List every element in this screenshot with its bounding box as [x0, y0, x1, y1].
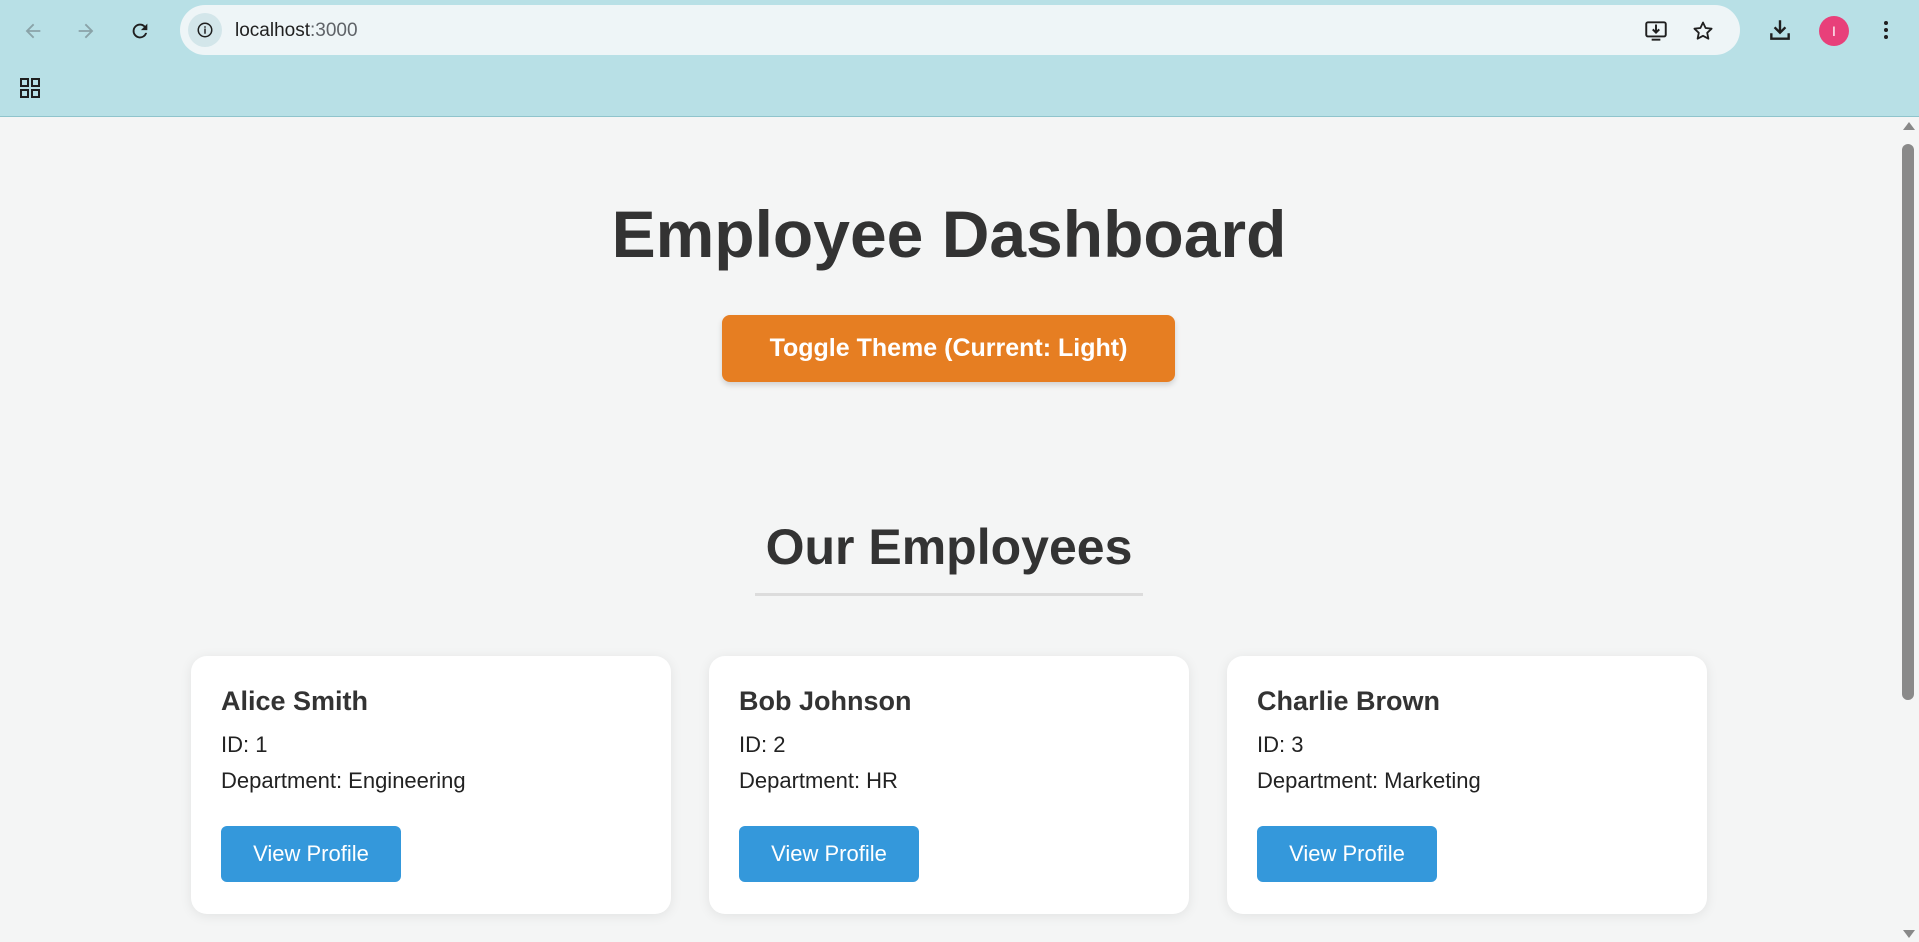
profile-avatar[interactable]: I: [1819, 16, 1849, 46]
forward-button[interactable]: [67, 12, 105, 50]
url-text[interactable]: localhost:3000: [235, 20, 358, 42]
employee-card: Charlie Brown ID: 3 Department: Marketin…: [1227, 656, 1707, 914]
star-icon: [1693, 21, 1713, 40]
apps-shortcut[interactable]: [14, 72, 46, 104]
scroll-down-arrow-icon[interactable]: [1903, 930, 1915, 938]
address-bar[interactable]: localhost:3000: [180, 5, 1740, 55]
view-profile-button[interactable]: View Profile: [739, 826, 919, 882]
browser-menu-button[interactable]: [1868, 12, 1904, 48]
url-port: :3000: [310, 20, 358, 41]
info-icon: [197, 22, 213, 38]
toggle-theme-button[interactable]: Toggle Theme (Current: Light): [722, 315, 1175, 382]
url-host: localhost: [235, 20, 310, 41]
scrollbar-thumb[interactable]: [1902, 144, 1914, 700]
download-icon: [1770, 20, 1790, 40]
employee-department: Department: Engineering: [221, 768, 466, 793]
view-profile-button[interactable]: View Profile: [221, 826, 401, 882]
apps-grid-icon: [20, 78, 40, 98]
vertical-scrollbar[interactable]: [1898, 118, 1919, 942]
reload-button[interactable]: [121, 12, 159, 50]
employee-name: Charlie Brown: [1257, 686, 1441, 716]
page-viewport: Employee Dashboard Toggle Theme (Current…: [0, 118, 1898, 942]
site-info-button[interactable]: [188, 13, 222, 47]
employee-id: ID: 3: [1257, 732, 1304, 757]
employee-card: Bob Johnson ID: 2 Department: HR View Pr…: [709, 656, 1189, 914]
employee-id: ID: 1: [221, 732, 268, 757]
downloads-button[interactable]: [1762, 12, 1798, 48]
page-title: Employee Dashboard: [611, 197, 1287, 271]
employee-name: Alice Smith: [221, 686, 369, 716]
employee-name: Bob Johnson: [739, 686, 912, 716]
install-app-button[interactable]: [1642, 17, 1670, 45]
employee-department: Department: HR: [739, 768, 898, 793]
employee-id: ID: 2: [739, 732, 786, 757]
employee-card: Alice Smith ID: 1 Department: Engineerin…: [191, 656, 671, 914]
reload-icon: [132, 23, 148, 39]
view-profile-button[interactable]: View Profile: [1257, 826, 1437, 882]
section-title: Our Employees: [765, 519, 1133, 575]
forward-arrow-icon: [78, 23, 94, 39]
back-arrow-icon: [25, 23, 41, 39]
back-button[interactable]: [14, 12, 52, 50]
bookmark-button[interactable]: [1689, 17, 1717, 45]
kebab-menu-icon: [1884, 21, 1888, 39]
employee-department: Department: Marketing: [1257, 768, 1481, 793]
scroll-up-arrow-icon[interactable]: [1903, 122, 1915, 130]
browser-toolbar: localhost:3000 I: [0, 0, 1919, 117]
install-app-icon: [1645, 21, 1667, 41]
section-underline: [755, 593, 1143, 596]
